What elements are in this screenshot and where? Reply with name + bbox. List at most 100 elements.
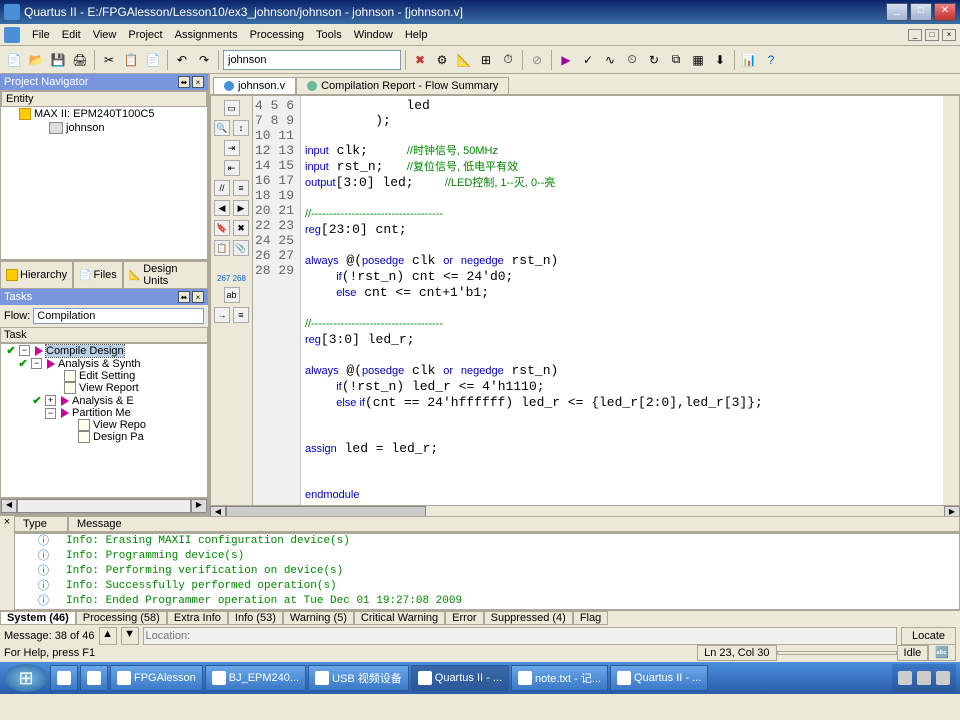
tasks-close-icon[interactable]: × (192, 291, 204, 303)
new-icon[interactable]: 📄 (4, 50, 24, 70)
pn-pin-icon[interactable]: ⬌ (178, 76, 190, 88)
msgtab-flag[interactable]: Flag (573, 611, 608, 625)
msg-down-icon[interactable]: ▼ (121, 627, 139, 645)
gate-icon[interactable]: ⧉ (666, 50, 686, 70)
play-icon[interactable] (47, 359, 55, 369)
paste-icon[interactable]: 📄 (143, 50, 163, 70)
editor-vscrollbar[interactable] (943, 96, 959, 505)
system-tray[interactable] (892, 664, 956, 692)
pn-close-icon[interactable]: × (192, 76, 204, 88)
play-icon[interactable] (35, 346, 43, 356)
collapse-icon[interactable]: − (45, 408, 56, 419)
tray-icon[interactable] (917, 671, 931, 685)
redo-icon[interactable]: ↷ (194, 50, 214, 70)
msg-up-icon[interactable]: ▲ (99, 627, 117, 645)
save-icon[interactable]: 💾 (48, 50, 68, 70)
locate-button[interactable]: Locate (901, 627, 956, 645)
chip-icon[interactable]: ▦ (688, 50, 708, 70)
tab-johnson-v[interactable]: johnson.v (213, 77, 296, 94)
ed-indent-icon[interactable]: ⇥ (224, 140, 240, 156)
ed-clear-icon[interactable]: ✖ (233, 220, 249, 236)
again-icon[interactable]: ↻ (644, 50, 664, 70)
stop-icon[interactable]: ⊘ (527, 50, 547, 70)
help-icon[interactable]: ? (761, 50, 781, 70)
ed-uncomment-icon[interactable]: ≡ (233, 180, 249, 196)
status-ime-icon[interactable]: 🔤 (928, 644, 956, 661)
pins-icon[interactable]: ⊞ (476, 50, 496, 70)
tb-quartus1[interactable]: Quartus II - ... (411, 665, 509, 691)
ed-comment-icon[interactable]: // (214, 180, 230, 196)
tab-compilation-report[interactable]: Compilation Report - Flow Summary (296, 77, 509, 94)
entity-tree[interactable]: Entity MAX II: EPM240T100C5 johnson (0, 90, 208, 260)
msgtab-suppressed[interactable]: Suppressed (4) (484, 611, 573, 625)
task-view-repo[interactable]: View Repo (93, 419, 146, 431)
analysis-icon[interactable]: ✓ (578, 50, 598, 70)
msgtab-info[interactable]: Info (53) (228, 611, 283, 625)
tray-icon[interactable] (936, 671, 950, 685)
ed-select-icon[interactable]: ▭ (224, 100, 240, 116)
ed-bookmark-icon[interactable]: 🔖 (214, 220, 230, 236)
mdi-minimize[interactable]: _ (908, 29, 922, 41)
play-icon[interactable] (61, 408, 69, 418)
menu-tools[interactable]: Tools (310, 27, 348, 43)
wizard-icon[interactable]: 📐 (454, 50, 474, 70)
menu-window[interactable]: Window (348, 27, 399, 43)
report-icon[interactable]: 📊 (739, 50, 759, 70)
tasks-pin-icon[interactable]: ⬌ (178, 291, 190, 303)
simulate-icon[interactable]: ∿ (600, 50, 620, 70)
mdi-restore[interactable]: □ (925, 29, 939, 41)
menu-assignments[interactable]: Assignments (169, 27, 244, 43)
compile-icon[interactable]: ▶ (556, 50, 576, 70)
assignments-icon[interactable]: ✖ (410, 50, 430, 70)
task-analysis-elab[interactable]: Analysis & E (72, 395, 134, 407)
menu-file[interactable]: File (26, 27, 56, 43)
ed-prev-icon[interactable]: ◀ (214, 200, 230, 216)
task-compile-design[interactable]: Compile Design (46, 345, 124, 357)
task-tree[interactable]: ✔−Compile Design ✔−Analysis & Synth Edit… (0, 343, 208, 498)
task-edit-setting[interactable]: Edit Setting (79, 370, 135, 382)
menu-help[interactable]: Help (399, 27, 434, 43)
ed-template-icon[interactable]: 📋 (214, 240, 230, 256)
maximize-button[interactable]: □ (910, 3, 932, 21)
program-icon[interactable]: ⬇ (710, 50, 730, 70)
ed-next-icon[interactable]: ▶ (233, 200, 249, 216)
menu-edit[interactable]: Edit (56, 27, 87, 43)
msgtab-error[interactable]: Error (445, 611, 483, 625)
start-button[interactable]: ⊞ (4, 664, 48, 692)
settings-icon[interactable]: ⚙ (432, 50, 452, 70)
undo-icon[interactable]: ↶ (172, 50, 192, 70)
tasks-hscrollbar[interactable]: ◀▶ (0, 498, 208, 514)
task-partition[interactable]: Partition Me (72, 407, 131, 419)
open-icon[interactable]: 📂 (26, 50, 46, 70)
menu-processing[interactable]: Processing (244, 27, 310, 43)
ed-line-icon[interactable]: ≡ (233, 307, 249, 323)
msgtab-critical[interactable]: Critical Warning (354, 611, 445, 625)
timing2-icon[interactable]: ⏲ (622, 50, 642, 70)
code-editor[interactable]: led ); input clk; //时钟信号, 50MHz input rs… (301, 96, 943, 505)
print-icon[interactable]: 🖨 (70, 50, 90, 70)
ed-ab-icon[interactable]: ab (224, 287, 240, 303)
menu-project[interactable]: Project (122, 27, 168, 43)
ed-insert-icon[interactable]: 📎 (233, 240, 249, 256)
task-view-report[interactable]: View Report (79, 382, 139, 394)
task-analysis-synth[interactable]: Analysis & Synth (58, 358, 141, 370)
ed-find-icon[interactable]: 🔍 (214, 120, 230, 136)
project-combo[interactable]: johnson (223, 50, 401, 70)
tray-icon[interactable] (898, 671, 912, 685)
tab-files[interactable]: 📄Files (73, 261, 123, 289)
timing-icon[interactable]: ⏱ (498, 50, 518, 70)
message-list[interactable]: ⓘInfo: Erasing MAXII configuration devic… (14, 533, 960, 610)
tab-design-units[interactable]: 📐Design Units (123, 261, 208, 289)
ed-goto-icon[interactable]: → (214, 307, 230, 323)
msgtab-warning[interactable]: Warning (5) (283, 611, 354, 625)
msgtab-extra[interactable]: Extra Info (167, 611, 228, 625)
flow-combo[interactable]: Compilation (33, 308, 204, 324)
tb-bjepm240[interactable]: BJ_EPM240... (205, 665, 306, 691)
tb-quartus2[interactable]: Quartus II - ... (610, 665, 708, 691)
cut-icon[interactable]: ✂ (99, 50, 119, 70)
collapse-icon[interactable]: − (31, 358, 42, 369)
mdi-close[interactable]: × (942, 29, 956, 41)
ed-outdent-icon[interactable]: ⇤ (224, 160, 240, 176)
ql-chrome-icon[interactable] (80, 665, 108, 691)
tb-usb-video[interactable]: USB 视频设备 (308, 665, 409, 691)
